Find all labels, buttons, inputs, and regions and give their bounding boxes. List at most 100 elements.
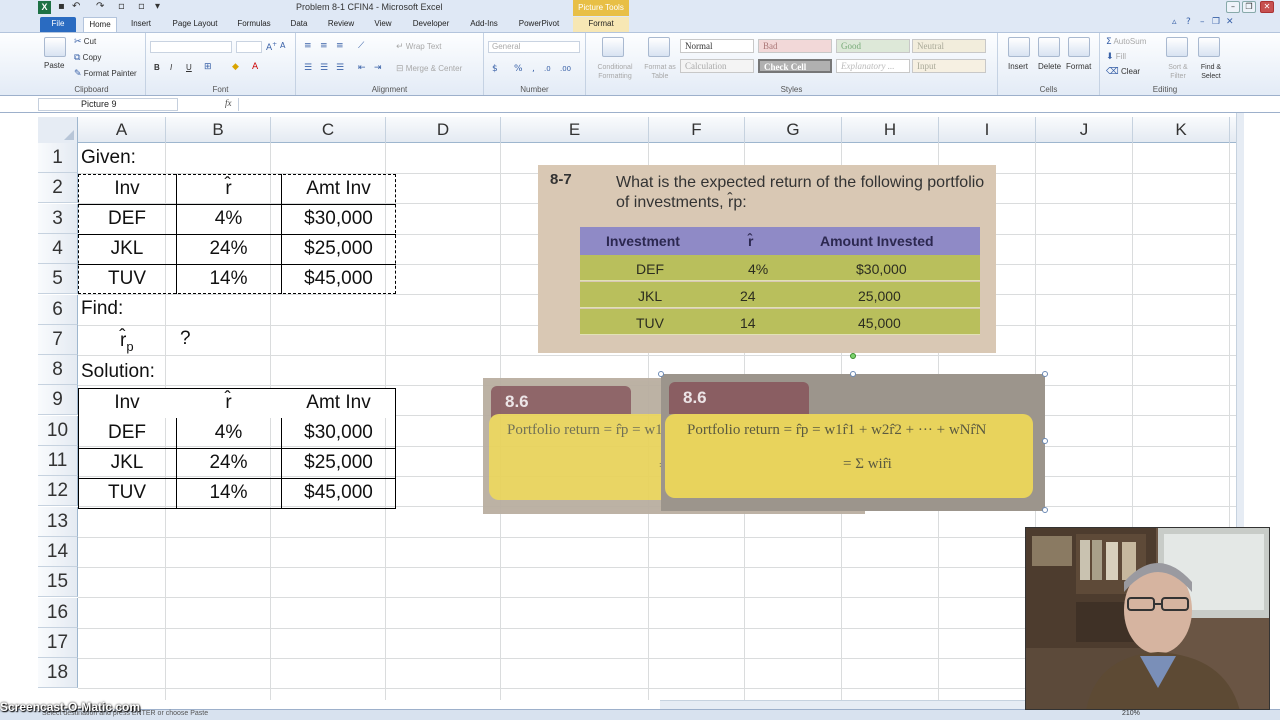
tab-file[interactable]: File — [40, 17, 76, 32]
column-header[interactable]: J — [1036, 117, 1133, 143]
table-cell[interactable]: DEF — [78, 204, 176, 234]
tab-page-layout[interactable]: Page Layout — [166, 17, 224, 32]
table-cell[interactable]: 4% — [176, 204, 281, 234]
table-cell[interactable]: $30,000 — [281, 204, 396, 234]
tab-format[interactable]: Format — [573, 17, 629, 32]
row-header[interactable]: 12 — [38, 476, 78, 507]
column-header-r[interactable]: r̂ — [176, 388, 281, 418]
find-label[interactable]: Find: — [78, 294, 198, 324]
align-left-icon[interactable]: ☰ — [304, 63, 312, 73]
style-good[interactable]: Good — [836, 39, 910, 53]
percent-icon[interactable]: % — [514, 64, 523, 74]
resize-handle[interactable] — [1042, 507, 1048, 513]
table-cell[interactable]: $30,000 — [281, 418, 396, 448]
formula-input[interactable] — [238, 98, 1234, 111]
close-icon[interactable]: ✕ — [1260, 1, 1274, 13]
conditional-formatting-button[interactable]: Conditional Formatting — [590, 63, 640, 81]
style-explanatory[interactable]: Explanatory ... — [836, 59, 910, 73]
increase-indent-icon[interactable]: ⇥ — [374, 63, 382, 73]
grow-font-icon[interactable]: A+ — [266, 41, 277, 53]
row-header[interactable]: 14 — [38, 536, 78, 567]
style-neutral[interactable]: Neutral — [912, 39, 986, 53]
autosum-button[interactable]: Σ AutoSum — [1106, 37, 1146, 47]
table-cell[interactable]: 14% — [176, 478, 281, 508]
row-header[interactable]: 1 — [38, 143, 78, 173]
clear-button[interactable]: ⌫ Clear — [1106, 67, 1140, 77]
formula-picture[interactable]: 8.6 Portfolio return = r̂p = w1r̂1 + w2r… — [661, 374, 1045, 511]
align-right-icon[interactable]: ☰ — [336, 63, 344, 73]
row-header[interactable]: 10 — [38, 415, 78, 446]
undo-icon[interactable]: ↶ — [72, 1, 80, 12]
paste-button[interactable]: Paste — [44, 61, 64, 70]
restore-icon[interactable]: ❐ — [1242, 1, 1256, 13]
table-cell[interactable]: $45,000 — [281, 478, 396, 508]
tab-developer[interactable]: Developer — [406, 17, 456, 32]
row-header[interactable]: 9 — [38, 385, 78, 416]
column-header[interactable]: K — [1133, 117, 1230, 143]
table-cell[interactable]: TUV — [78, 264, 176, 294]
column-header-amt[interactable]: Amt Inv — [281, 388, 396, 418]
solution-label[interactable]: Solution: — [78, 357, 198, 387]
table-cell[interactable]: JKL — [78, 234, 176, 264]
style-calculation[interactable]: Calculation — [680, 59, 754, 73]
row-header[interactable]: 15 — [38, 567, 78, 598]
table-cell[interactable]: $45,000 — [281, 264, 396, 294]
align-center-icon[interactable]: ☰ — [320, 63, 328, 73]
style-check-cell[interactable]: Check Cell — [758, 59, 832, 73]
orientation-icon[interactable]: ⟋ — [358, 41, 364, 51]
zoom-level[interactable]: 210% — [1122, 710, 1140, 717]
tab-view[interactable]: View — [368, 17, 398, 32]
paste-icon[interactable] — [44, 37, 66, 57]
font-size-combo[interactable] — [236, 41, 262, 53]
merge-center-button[interactable]: ⊟ Merge & Center — [396, 64, 462, 74]
row-header[interactable]: 8 — [38, 355, 78, 386]
row-header[interactable]: 13 — [38, 506, 78, 537]
expected-return-symbol[interactable]: r̂p — [120, 326, 150, 356]
tab-insert[interactable]: Insert — [124, 17, 158, 32]
insert-function-icon[interactable]: fx — [225, 98, 232, 108]
wrap-text-button[interactable]: ↵ Wrap Text — [396, 42, 442, 52]
underline-icon[interactable]: U — [186, 63, 192, 72]
table-cell[interactable]: DEF — [78, 418, 176, 448]
fill-color-icon[interactable]: ◆ — [232, 62, 239, 72]
row-header[interactable]: 5 — [38, 264, 78, 295]
resize-handle[interactable] — [658, 371, 664, 377]
redo-icon[interactable]: ↷ — [96, 1, 104, 12]
row-header[interactable]: 16 — [38, 597, 78, 628]
font-name-combo[interactable] — [150, 41, 232, 53]
format-cells-icon[interactable] — [1068, 37, 1090, 57]
workbook-minimize-icon[interactable]: – — [1200, 17, 1205, 27]
insert-cells-button[interactable]: Insert — [1008, 62, 1028, 71]
column-header[interactable]: G — [745, 117, 842, 143]
row-header[interactable]: 4 — [38, 233, 78, 264]
tab-review[interactable]: Review — [322, 17, 360, 32]
italic-icon[interactable]: I — [170, 63, 172, 72]
help-icon[interactable]: ? — [1186, 17, 1191, 27]
delete-cells-icon[interactable] — [1038, 37, 1060, 57]
column-header-r[interactable]: r̂ — [176, 174, 281, 204]
top-align-icon[interactable]: ≡ — [304, 41, 312, 51]
minimize-ribbon-icon[interactable]: ▵ — [1172, 17, 1177, 27]
tab-formulas[interactable]: Formulas — [232, 17, 276, 32]
sort-filter-icon[interactable] — [1166, 37, 1188, 57]
tab-home[interactable]: Home — [83, 17, 117, 32]
decrease-decimal-icon[interactable]: .00 — [560, 64, 571, 73]
column-header[interactable]: F — [649, 117, 745, 143]
find-select-button[interactable]: Find & Select — [1194, 63, 1228, 81]
row-header[interactable]: 3 — [38, 203, 78, 234]
middle-align-icon[interactable]: ≡ — [320, 41, 328, 51]
quick-access-icon[interactable]: ▫ — [118, 1, 125, 12]
workbook-restore-icon[interactable]: ❐ — [1212, 17, 1220, 27]
number-format-combo[interactable]: General — [488, 41, 580, 53]
comma-icon[interactable]: , — [532, 64, 535, 74]
workbook-close-icon[interactable]: ✕ — [1226, 17, 1234, 27]
rotate-handle[interactable] — [850, 353, 856, 359]
minimize-icon[interactable]: – — [1226, 1, 1240, 13]
tab-powerpivot[interactable]: PowerPivot — [512, 17, 566, 32]
column-header-inv[interactable]: Inv — [78, 388, 176, 418]
select-all-button[interactable] — [38, 117, 78, 143]
table-cell[interactable]: $25,000 — [281, 448, 396, 478]
style-bad[interactable]: Bad — [758, 39, 832, 53]
table-cell[interactable]: 4% — [176, 418, 281, 448]
row-header[interactable]: 17 — [38, 627, 78, 658]
